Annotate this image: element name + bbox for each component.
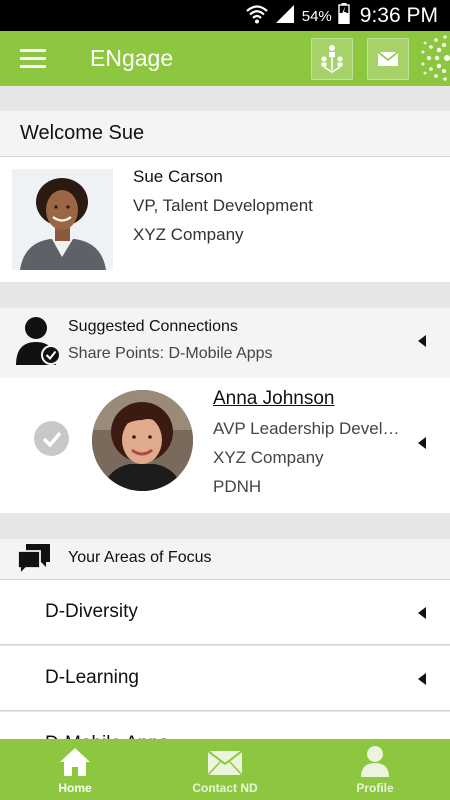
clock: 9:36 PM — [359, 4, 438, 27]
connection-company: XYZ Company — [213, 448, 324, 467]
mail-icon — [378, 52, 398, 66]
battery-icon — [338, 3, 350, 29]
focus-item[interactable]: D-Diversity — [0, 580, 450, 645]
brand-logo-icon — [420, 31, 450, 86]
connection-card[interactable]: Anna Johnson AVP Leadership Development … — [0, 378, 450, 513]
connection-name-link[interactable]: Anna Johnson — [213, 388, 403, 410]
nav-profile-label: Profile — [356, 781, 394, 795]
connection-dept: PDNH — [213, 477, 262, 496]
org-chart-button[interactable] — [311, 38, 353, 80]
suggested-connections-header[interactable]: Suggested Connections Share Points: D-Mo… — [0, 308, 450, 378]
chat-bubbles-icon — [17, 544, 50, 576]
menu-icon[interactable] — [20, 49, 46, 69]
check-icon — [42, 431, 61, 447]
status-bar: 54% 9:36 PM — [0, 0, 450, 31]
mail-button[interactable] — [367, 38, 409, 80]
focus-header: Your Areas of Focus — [0, 539, 450, 580]
connection-photo — [92, 390, 193, 491]
signal-icon — [274, 4, 296, 29]
nav-contact[interactable]: Contact ND — [150, 739, 300, 800]
caret-left-icon[interactable] — [418, 437, 426, 449]
user-company: XYZ Company — [133, 225, 244, 244]
focus-title: Your Areas of Focus — [68, 549, 212, 566]
welcome-greeting: Welcome Sue — [20, 122, 145, 144]
battery-level: 54% — [301, 7, 332, 25]
focus-item-label: D-Diversity — [45, 601, 138, 622]
connection-title: AVP Leadership Development — [213, 419, 403, 438]
focus-item[interactable]: D-Learning — [0, 646, 450, 711]
nav-home-label: Home — [58, 781, 92, 795]
caret-left-icon[interactable] — [418, 607, 426, 619]
home-icon — [60, 748, 90, 776]
share-points: Share Points: D-Mobile Apps — [68, 345, 273, 362]
bottom-nav: Home Contact ND Profile — [0, 739, 450, 800]
caret-left-icon[interactable] — [418, 673, 426, 685]
nav-contact-label: Contact ND — [192, 781, 258, 795]
profile-photo — [12, 169, 113, 270]
nav-profile[interactable]: Profile — [300, 739, 450, 800]
app-title: ENgage — [90, 45, 174, 71]
person-icon — [361, 746, 389, 777]
org-chart-icon — [321, 45, 343, 73]
user-verified-icon — [16, 317, 61, 365]
suggested-title: Suggested Connections — [68, 318, 238, 335]
app-bar: ENgage — [0, 31, 450, 86]
welcome-header: Welcome Sue — [0, 111, 450, 157]
user-title: VP, Talent Development — [133, 196, 313, 215]
select-connection-checkbox[interactable] — [34, 421, 69, 456]
envelope-icon — [207, 750, 243, 776]
caret-left-icon[interactable] — [418, 335, 426, 347]
wifi-icon — [246, 4, 268, 29]
nav-home[interactable]: Home — [0, 739, 150, 800]
focus-item-label: D-Learning — [45, 667, 139, 688]
user-name: Sue Carson — [133, 167, 223, 186]
profile-card[interactable]: Sue Carson VP, Talent Development XYZ Co… — [0, 157, 450, 282]
